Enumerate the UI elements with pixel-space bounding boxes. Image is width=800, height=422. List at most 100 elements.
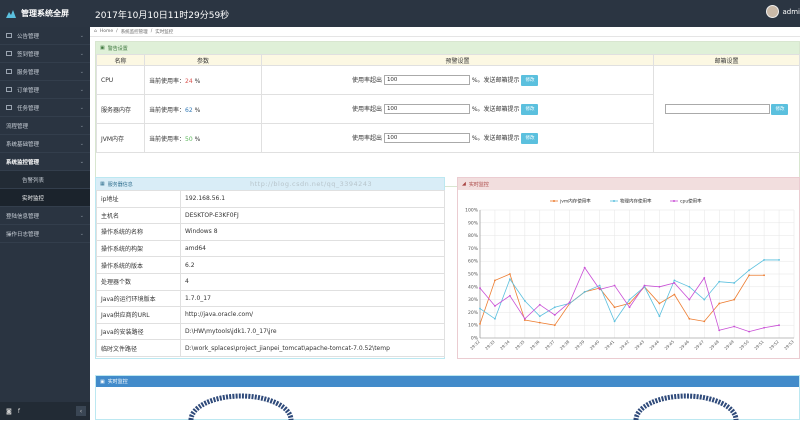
data-point: [494, 305, 496, 307]
sidebar-item-2[interactable]: 服务管理⌄: [0, 63, 90, 81]
sidebar-item-1[interactable]: 签到管理⌄: [0, 45, 90, 63]
chat-icon[interactable]: ◙: [6, 408, 12, 415]
data-point: [673, 294, 675, 296]
watermark: http://blog.csdn.net/qq_3394243: [250, 180, 372, 188]
breadcrumb-home[interactable]: Home: [100, 29, 113, 34]
calendar-icon: [6, 51, 12, 56]
info-key: 操作系统的名称: [97, 224, 181, 241]
grid-icon: ▦: [100, 181, 105, 187]
sidebar-item-3[interactable]: 订单管理⌄: [0, 81, 90, 99]
sidebar: 公告管理⌄签到管理⌄服务管理⌄订单管理⌄任务管理⌄流程管理⌄系统基础管理⌄系统监…: [0, 27, 90, 420]
modify-button[interactable]: 修改: [521, 75, 538, 86]
email-cell: 修改: [654, 66, 800, 153]
data-point: [763, 259, 765, 261]
breadcrumb-sep: /: [151, 29, 153, 34]
data-point: [748, 269, 750, 271]
info-value: D:\work_splaces\project_jianpei_tomcat\a…: [181, 340, 445, 357]
modify-button[interactable]: 修改: [521, 104, 538, 115]
gauges: [96, 387, 799, 420]
row-name: CPU: [97, 66, 145, 95]
user-menu[interactable]: admi: [766, 5, 800, 18]
sidebar-item-11[interactable]: 操作日志管理⌄: [0, 225, 90, 243]
threshold-input[interactable]: 100: [384, 133, 470, 143]
chevron-down-icon: ⌄: [80, 51, 84, 57]
panel-title: 警告设置: [108, 45, 128, 52]
main-content: ⌂ Home / 系统监控管理 / 实时监控 ▣警告设置 名称 参数 预警设置 …: [90, 27, 800, 420]
panel-title: 实时监控: [108, 378, 128, 385]
modify-button[interactable]: 修改: [521, 133, 538, 144]
sidebar-item-4[interactable]: 任务管理⌄: [0, 99, 90, 117]
x-tick-label: 29:50: [738, 339, 750, 351]
data-point: [659, 303, 661, 305]
sidebar-item-6[interactable]: 系统基础管理⌄: [0, 135, 90, 153]
collapse-icon[interactable]: ‹: [76, 406, 86, 416]
threshold-input[interactable]: 100: [384, 104, 470, 114]
info-key: 操作系统的构架: [97, 240, 181, 257]
data-point: [539, 315, 541, 317]
breadcrumb-section[interactable]: 系统监控管理: [121, 29, 148, 35]
row-param: 当前使用率：24 %: [145, 66, 262, 95]
y-tick-label: 20%: [468, 310, 479, 316]
email-modify-button[interactable]: 修改: [771, 104, 788, 115]
sidebar-item-label: 流程管理: [6, 122, 28, 130]
col-threshold: 预警设置: [262, 55, 654, 66]
sidebar-item-5[interactable]: 流程管理 ⌄: [0, 117, 90, 135]
data-point: [614, 306, 616, 308]
y-tick-label: 80%: [468, 233, 479, 239]
email-input[interactable]: [665, 104, 770, 114]
x-tick-label: 29:53: [783, 339, 795, 351]
panel-header: ▣实时监控: [96, 376, 799, 387]
x-tick-label: 29:41: [604, 339, 616, 351]
table-row: Java的安装路径D:\HW\mytools\jdk1.7.0_17\jre: [97, 323, 445, 340]
y-tick-label: 90%: [468, 220, 479, 226]
data-point: [718, 303, 720, 305]
data-point: [748, 331, 750, 333]
brand[interactable]: 管理系统全屏: [0, 0, 90, 27]
data-point: [763, 327, 765, 329]
sidebar-item-8[interactable]: 告警列表: [0, 171, 90, 189]
info-key: 主机名: [97, 207, 181, 224]
usage-unit: %: [195, 107, 201, 114]
legend-marker: [613, 200, 615, 202]
x-tick-label: 29:49: [723, 339, 735, 351]
row-name: JVM内存: [97, 124, 145, 153]
data-point: [778, 259, 780, 261]
chevron-down-icon: ⌄: [80, 123, 84, 129]
data-point: [554, 324, 556, 326]
row-name: 服务器内存: [97, 95, 145, 124]
sidebar-item-7[interactable]: 系统监控管理⌄: [0, 153, 90, 171]
info-key: 操作系统的版本: [97, 257, 181, 274]
sidebar-item-0[interactable]: 公告管理⌄: [0, 27, 90, 45]
col-email: 邮箱设置: [654, 55, 800, 66]
row-param: 当前使用率：50 %: [145, 124, 262, 153]
data-point: [494, 280, 496, 282]
avatar[interactable]: [766, 5, 779, 18]
sidebar-item-10[interactable]: 登陆信息管理⌄: [0, 207, 90, 225]
dashboard-icon: ▣: [100, 379, 105, 385]
task-icon: [6, 105, 12, 110]
y-tick-label: 70%: [468, 246, 479, 252]
usage-unit: %: [195, 136, 201, 143]
data-point: [554, 314, 556, 316]
info-value: 1.7.0_17: [181, 290, 445, 307]
sidebar-item-9[interactable]: 实时监控: [0, 189, 90, 207]
server-info-table: ip地址192.168.56.1主机名DESKTOP-E3KF0FJ操作系统的名…: [96, 190, 445, 357]
chevron-down-icon: ⌄: [80, 69, 84, 75]
data-point: [703, 277, 705, 279]
home-icon: [6, 33, 12, 38]
x-tick-label: 29:51: [753, 339, 765, 351]
threshold-input[interactable]: 100: [384, 75, 470, 85]
line-chart: 0%10%20%30%40%50%60%70%80%90%100%29:3229…: [458, 190, 799, 358]
facebook-icon[interactable]: f: [18, 408, 20, 415]
breadcrumb: ⌂ Home / 系统监控管理 / 实时监控: [90, 27, 800, 37]
home-icon[interactable]: ⌂: [94, 29, 97, 34]
table-row: 操作系统的构架amd64: [97, 240, 445, 257]
data-point: [614, 320, 616, 322]
list-icon: [6, 69, 12, 74]
logo-icon: [6, 10, 16, 18]
info-value: DESKTOP-E3KF0FJ: [181, 207, 445, 224]
data-point: [584, 291, 586, 293]
clock: 2017年10月10日11时29分59秒: [95, 8, 229, 21]
sidebar-item-label: 操作日志管理: [6, 230, 39, 238]
sidebar-item-label: 任务管理: [17, 104, 39, 112]
